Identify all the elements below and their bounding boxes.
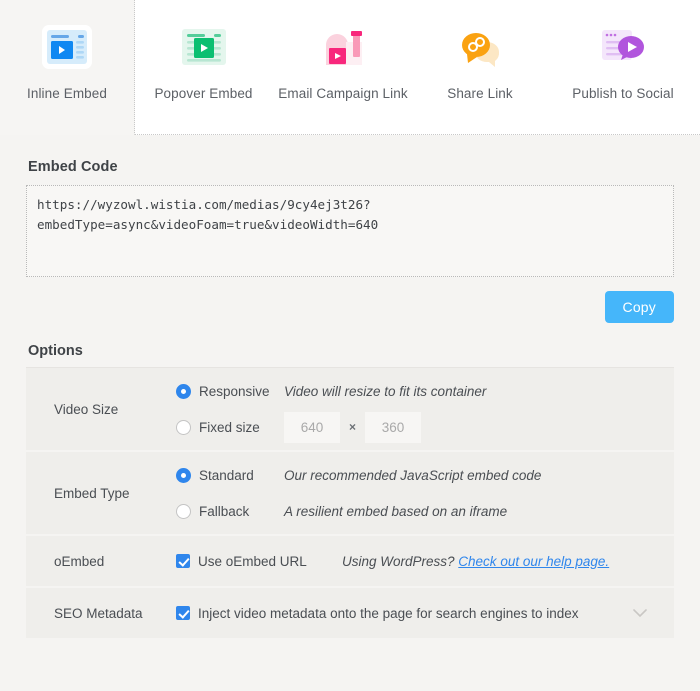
option-row-video-size: Video Size Responsive Video will resize … <box>26 368 674 452</box>
radio-standard[interactable]: Standard <box>176 467 284 483</box>
options-heading: Options <box>28 343 83 359</box>
options-table: Video Size Responsive Video will resize … <box>26 367 674 640</box>
embed-settings-panel: Embed Code https://wyzowl.wistia.com/med… <box>0 159 700 640</box>
chevron-down-icon[interactable] <box>632 606 648 621</box>
radio-responsive-label: Responsive <box>199 383 270 399</box>
tab-label: Inline Embed <box>27 86 107 101</box>
option-row-seo-metadata: SEO Metadata Inject video metadata onto … <box>26 588 674 640</box>
oembed-hint-prefix: Using WordPress? <box>342 553 459 569</box>
option-label-embed-type: Embed Type <box>54 485 130 501</box>
copy-row: Copy <box>0 277 700 323</box>
tab-inline-embed[interactable]: Inline Embed <box>0 0 135 135</box>
video-size-responsive-line: Responsive Video will resize to fit its … <box>176 373 674 409</box>
option-label-video-size: Video Size <box>54 401 119 417</box>
video-size-fixed-line: Fixed size × <box>176 409 674 445</box>
embed-type-tabstrip: Inline Embed Popover Embed Email Campaig… <box>0 0 700 135</box>
video-width-input[interactable] <box>284 411 340 443</box>
radio-standard-indicator[interactable] <box>176 467 191 483</box>
checkbox-inject-seo-metadata[interactable]: Inject video metadata onto the page for … <box>176 606 579 621</box>
tab-label: Share Link <box>447 86 513 101</box>
radio-fallback-indicator[interactable] <box>176 503 191 519</box>
embed-type-fallback-hint: A resilient embed based on an iframe <box>284 503 508 519</box>
radio-fixed-size-indicator[interactable] <box>176 419 191 435</box>
embed-code-wrapper: https://wyzowl.wistia.com/medias/9cy4ej3… <box>0 185 700 277</box>
checkbox-use-oembed-url-indicator[interactable] <box>176 554 190 568</box>
option-row-embed-type: Embed Type Standard Our recommended Java… <box>26 452 674 536</box>
popover-embed-icon <box>179 14 229 80</box>
email-campaign-icon <box>316 14 370 80</box>
checkbox-use-oembed-url[interactable]: Use oEmbed URL <box>176 554 326 569</box>
radio-responsive[interactable]: Responsive <box>176 383 284 399</box>
oembed-hint: Using WordPress? Check out our help page… <box>342 554 609 569</box>
radio-fixed-size-label: Fixed size <box>199 419 260 435</box>
tab-label: Email Campaign Link <box>278 86 408 101</box>
embed-type-standard-hint: Our recommended JavaScript embed code <box>284 467 542 483</box>
publish-social-icon <box>596 14 650 80</box>
tab-share-link[interactable]: Share Link <box>414 0 546 134</box>
dimension-separator: × <box>349 420 357 434</box>
embed-code-label: Embed Code <box>28 159 118 175</box>
option-label-oembed: oEmbed <box>54 553 105 569</box>
tab-publish-to-social[interactable]: Publish to Social <box>546 0 700 134</box>
checkbox-use-oembed-url-label: Use oEmbed URL <box>198 553 307 569</box>
embed-type-fallback-line: Fallback A resilient embed based on an i… <box>176 493 674 529</box>
option-row-oembed: oEmbed Use oEmbed URL Using WordPress? C… <box>26 536 674 588</box>
inline-embed-icon <box>40 14 94 80</box>
oembed-help-link[interactable]: Check out our help page. <box>458 554 609 569</box>
option-label-seo-metadata: SEO Metadata <box>54 605 143 621</box>
embed-type-standard-line: Standard Our recommended JavaScript embe… <box>176 457 674 493</box>
tab-email-campaign-link[interactable]: Email Campaign Link <box>272 0 414 134</box>
radio-fallback[interactable]: Fallback <box>176 503 284 519</box>
video-size-responsive-hint: Video will resize to fit its container <box>284 383 487 399</box>
radio-standard-label: Standard <box>199 467 254 483</box>
checkbox-inject-seo-metadata-label: Inject video metadata onto the page for … <box>198 605 579 621</box>
radio-fallback-label: Fallback <box>199 503 250 519</box>
tab-label: Popover Embed <box>154 86 253 101</box>
embed-code-textarea[interactable]: https://wyzowl.wistia.com/medias/9cy4ej3… <box>26 185 674 277</box>
radio-fixed-size[interactable]: Fixed size <box>176 419 284 435</box>
video-height-input[interactable] <box>365 411 422 443</box>
tab-popover-embed[interactable]: Popover Embed <box>135 0 272 134</box>
copy-button[interactable]: Copy <box>604 291 674 323</box>
tab-label: Publish to Social <box>572 86 674 101</box>
radio-responsive-indicator[interactable] <box>176 383 191 399</box>
checkbox-inject-seo-metadata-indicator[interactable] <box>176 606 190 620</box>
share-link-icon <box>453 14 507 80</box>
